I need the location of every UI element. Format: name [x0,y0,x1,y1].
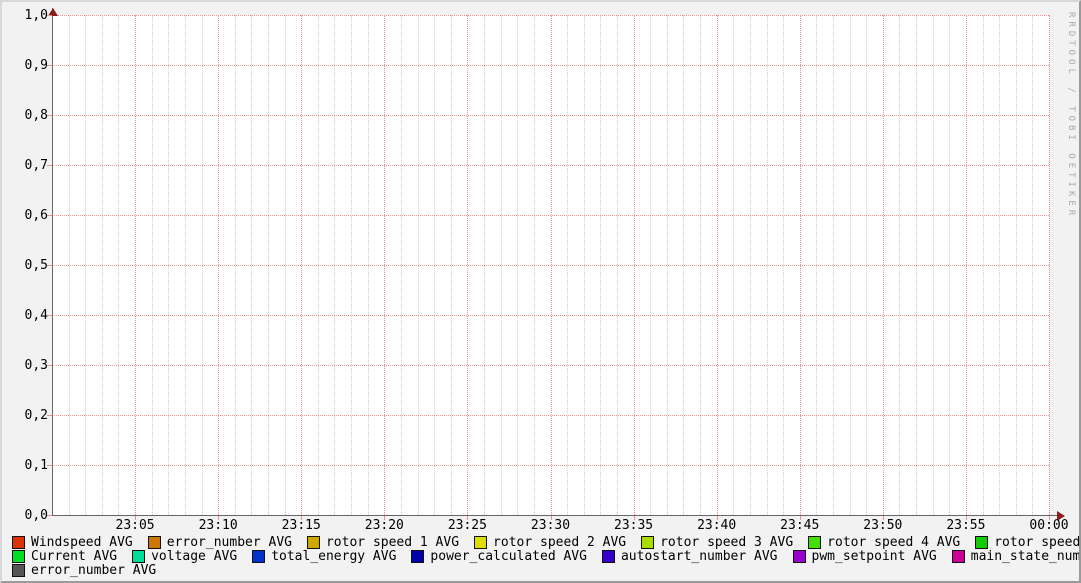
legend-entry: rotor speed 1 AVG [306,534,460,550]
watermark: RRDTOOL / TOBI OETIKER [1066,12,1076,220]
legend-color-swatch [306,535,320,549]
x-tick-label: 23:55 [946,518,986,533]
legend-entry: autostart_number AVG [601,548,778,564]
y-axis-line [52,8,53,516]
legend-color-swatch [601,549,615,563]
x-tick-label: 00:00 [1029,518,1069,533]
x-tick-label: 23:15 [281,518,321,533]
legend-entry: rotor speed 4 AVG [808,534,961,550]
x-tick-label: 23:50 [863,518,903,533]
legend-label: pwm_setpoint AVG [811,548,937,564]
x-axis-line [52,515,1059,516]
legend-color-swatch [808,535,822,549]
rrdtool-graph: Windspeed AVG error_number AVG rotor speed… [0,0,1081,583]
y-tick-label: 0,3 [24,358,48,373]
legend-entry: pwm_setpoint AVG [792,548,937,564]
legend-color-swatch [641,535,655,549]
legend-entry: voltage AVG [132,548,238,564]
legend-color-swatch [147,535,161,549]
legend-label: autostart_number AVG [620,548,778,564]
legend-label: Windspeed AVG [31,534,133,550]
legend-row: error_number AVG [12,563,1077,577]
legend-label: rotor speed 4 AVG [827,534,961,550]
legend-entry: rotor speed 2 AVG [474,534,627,550]
legend-entry: rotor speed 3 AVG [641,534,794,550]
h-major-gridline [52,15,1049,16]
legend-color-swatch [975,535,989,549]
y-tick-label: 0,1 [24,458,48,473]
x-tick-label: 23:05 [115,518,155,533]
y-tick-label: 0,2 [24,408,48,423]
h-major-gridline [52,165,1049,166]
legend-label: error_number AVG [166,534,292,550]
legend-entry: Windspeed AVG [12,534,133,550]
h-major-gridline [52,265,1049,266]
legend-entry: rotor speed 5 AVG [975,534,1081,550]
y-tick-label: 0,9 [24,58,48,73]
plot-area [52,15,1050,516]
h-major-gridline [52,415,1049,416]
h-major-gridline [52,115,1049,116]
legend-label: Current AVG [31,548,118,564]
legend-entry: Current AVG [12,548,118,564]
h-major-gridline [52,465,1049,466]
legend-label: rotor speed 2 AVG [493,534,627,550]
legend-label: rotor speed 3 AVG [660,534,794,550]
x-tick-label: 23:10 [198,518,238,533]
x-tick-label: 23:45 [780,518,820,533]
legend-color-swatch [12,549,25,563]
x-tick-label: 23:30 [530,518,571,533]
x-tick-label: 23:25 [447,518,487,533]
legend: Windspeed AVG error_number AVG rotor speed… [12,534,1079,577]
h-major-gridline [52,65,1049,66]
h-major-gridline [52,215,1049,216]
legend-label: rotor speed 1 AVG [325,534,460,550]
legend-label: voltage AVG [151,548,238,564]
legend-color-swatch [12,563,25,577]
y-tick-label: 0,4 [24,308,48,323]
legend-entry: power_calculated AVG [411,548,587,564]
legend-label: rotor speed 5 AVG [994,534,1081,550]
y-tick-label: 0,6 [24,208,48,223]
y-tick-label: 0,5 [24,258,48,273]
legend-label: main_state_number AVG [970,548,1081,564]
x-tick-label: 23:35 [614,518,654,533]
y-tick-label: 0,0 [24,508,48,523]
legend-color-swatch [132,549,146,563]
x-tick-label: 23:20 [364,518,404,533]
legend-row: Windspeed AVG error_number AVG rotor speed… [12,534,1079,550]
x-tick-label: 23:40 [697,518,737,533]
y-tick-label: 0,7 [24,158,48,173]
legend-label: total_energy AVG [271,548,397,564]
h-major-gridline [52,365,1049,366]
legend-entry: error_number AVG [147,534,292,550]
legend-color-swatch [792,549,806,563]
legend-color-swatch [951,549,965,563]
legend-color-swatch [12,535,25,549]
y-tick-label: 0,8 [24,108,48,123]
legend-color-swatch [474,535,488,549]
legend-label: power_calculated AVG [430,548,587,564]
legend-color-swatch [252,549,266,563]
legend-color-swatch [411,549,425,563]
v-major-gridline [1049,15,1050,515]
y-tick-label: 1,0 [24,8,48,23]
legend-entry: total_energy AVG [252,548,397,564]
legend-row: Current AVG voltage AVG total_energy AVG po… [12,548,1079,564]
legend-entry: error_number AVG [12,562,157,578]
h-major-gridline [52,315,1049,316]
legend-entry: main_state_number AVG [951,548,1081,564]
legend-label: error_number AVG [31,562,157,578]
